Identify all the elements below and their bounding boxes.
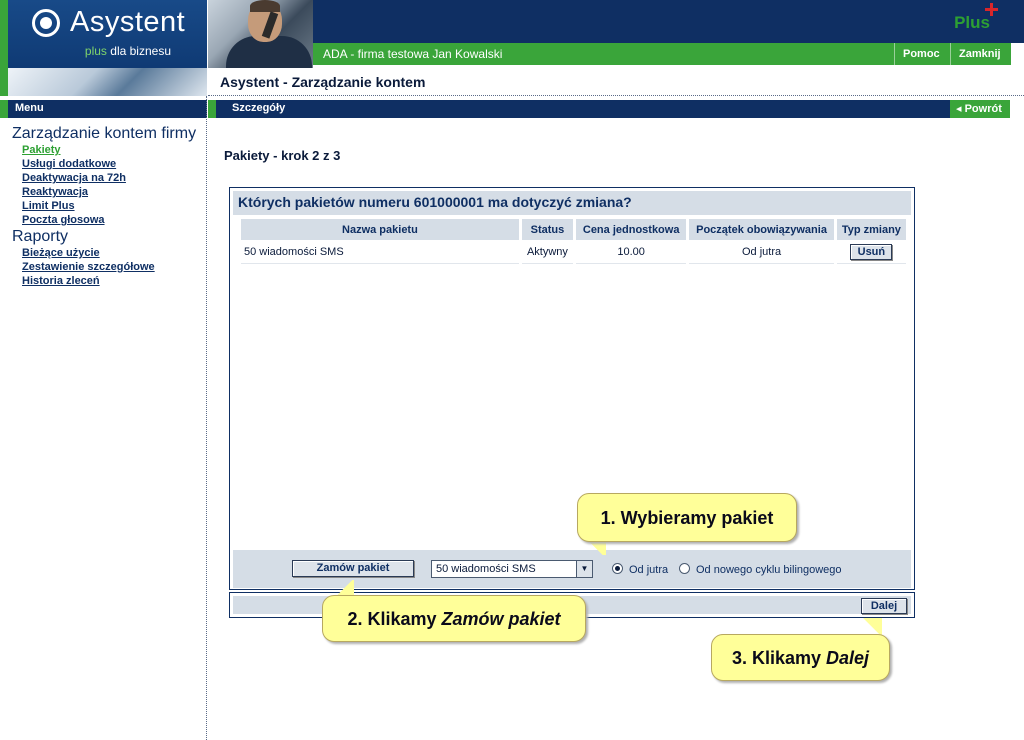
callout-3-tail: [862, 618, 882, 635]
next-button[interactable]: Dalej: [861, 598, 907, 614]
radio-from-tomorrow[interactable]: [612, 563, 623, 574]
table-header-row: Nazwa pakietu Status Cena jednostkowa Po…: [241, 219, 906, 240]
packages-panel: Których pakietów numeru 601000001 ma dot…: [229, 187, 915, 590]
radio-new-billing-cycle-label: Od nowego cyklu bilingowego: [696, 564, 842, 576]
sidebar-item-current-usage[interactable]: Bieżące użycie: [0, 246, 206, 260]
cell-status: Aktywny: [521, 240, 573, 264]
sidebar-item-reactivation[interactable]: Reaktywacja: [0, 185, 206, 199]
cell-package-name: 50 wiadomości SMS: [241, 240, 519, 264]
sidebar-item-limit-plus[interactable]: Limit Plus: [0, 199, 206, 213]
photo-hair: [250, 0, 280, 12]
cell-unit-price: 10.00: [576, 240, 687, 264]
sidebar-item-packages[interactable]: Pakiety: [0, 143, 206, 157]
header-top-band: Plus: [313, 0, 1024, 43]
remove-button[interactable]: Usuń: [850, 243, 893, 260]
sidebar-item-detailed-report[interactable]: Zestawienie szczegółowe: [0, 260, 206, 274]
col-start: Początek obowiązywania: [689, 219, 834, 240]
cell-start: Od jutra: [689, 240, 834, 264]
logo-subtitle: plus dla biznesu: [85, 44, 171, 58]
sidebar-item-extra-services[interactable]: Usługi dodatkowe: [0, 157, 206, 171]
page-title-band: Asystent - Zarządzanie kontem: [208, 68, 1024, 96]
callout-2-emphasis: Zamów pakiet: [441, 609, 561, 629]
callout-1: 1. Wybieramy pakiet: [577, 493, 797, 542]
col-change-type: Typ zmiany: [836, 219, 906, 240]
menu-header: Menu: [8, 100, 207, 118]
sidebar-group-account: Zarządzanie kontem firmy: [12, 125, 197, 142]
package-select[interactable]: 50 wiadomości SMS ▼: [431, 560, 593, 578]
callout-3-emphasis: Dalej: [826, 648, 870, 668]
sidebar: Zarządzanie kontem firmy Pakiety Usługi …: [0, 118, 206, 288]
logo-ring-icon: [32, 9, 60, 37]
close-button[interactable]: Zamknij: [950, 43, 1011, 65]
col-unit-price: Cena jednostkowa: [576, 219, 687, 240]
logo-subtitle-plus: plus: [84, 44, 107, 58]
menu-bar-accent: [0, 100, 8, 118]
dropdown-arrow-icon[interactable]: ▼: [576, 561, 592, 577]
back-button[interactable]: ◂ Powrót: [950, 100, 1010, 118]
sidebar-item-deactivation[interactable]: Deaktywacja na 72h: [0, 171, 206, 185]
callout-2-prefix: 2. Klikamy: [347, 609, 442, 629]
step-title: Pakiety - krok 2 z 3: [224, 148, 341, 163]
callout-2: 2. Klikamy Zamów pakiet: [322, 595, 586, 642]
sidebar-divider: [206, 96, 207, 740]
package-select-value: 50 wiadomości SMS: [436, 563, 536, 575]
plus-cross-icon: [985, 3, 998, 16]
col-package-name: Nazwa pakietu: [241, 219, 519, 240]
page-title: Asystent - Zarządzanie kontem: [220, 74, 426, 90]
order-package-button[interactable]: Zamów pakiet: [292, 560, 414, 577]
sidebar-item-order-history[interactable]: Historia zleceń: [0, 274, 206, 288]
radio-from-tomorrow-label: Od jutra: [629, 564, 669, 576]
app-logo: Asystent plus dla biznesu: [0, 0, 207, 68]
callout-1-tail: [586, 541, 606, 555]
table-row: 50 wiadomości SMS Aktywny 10.00 Od jutra…: [241, 240, 906, 264]
plus-brand-logo: Plus: [954, 13, 990, 32]
callout-2-tail: [334, 580, 354, 596]
header-green-bar: ADA - firma testowa Jan Kowalski Pomoc Z…: [313, 43, 1011, 65]
header-photo: [208, 0, 313, 68]
packages-table: Nazwa pakietu Status Cena jednostkowa Po…: [238, 219, 909, 264]
sidebar-group-reports: Raporty: [12, 228, 69, 245]
logo-subtitle-rest: dla biznesu: [110, 44, 171, 58]
company-name: ADA - firma testowa Jan Kowalski: [323, 47, 503, 61]
logo-text: Asystent: [70, 6, 186, 38]
callout-3: 3. Klikamy Dalej: [711, 634, 890, 681]
header-decor-band: [0, 68, 207, 96]
cell-action: Usuń: [836, 240, 906, 264]
radio-new-billing-cycle[interactable]: [679, 563, 690, 574]
sidebar-item-voicemail[interactable]: Poczta głosowa: [0, 213, 206, 227]
col-status: Status: [521, 219, 573, 240]
help-button[interactable]: Pomoc: [894, 43, 950, 65]
details-header: Szczegóły: [208, 100, 1010, 118]
panel-question: Których pakietów numeru 601000001 ma dot…: [233, 191, 911, 215]
callout-3-prefix: 3. Klikamy: [731, 648, 827, 668]
